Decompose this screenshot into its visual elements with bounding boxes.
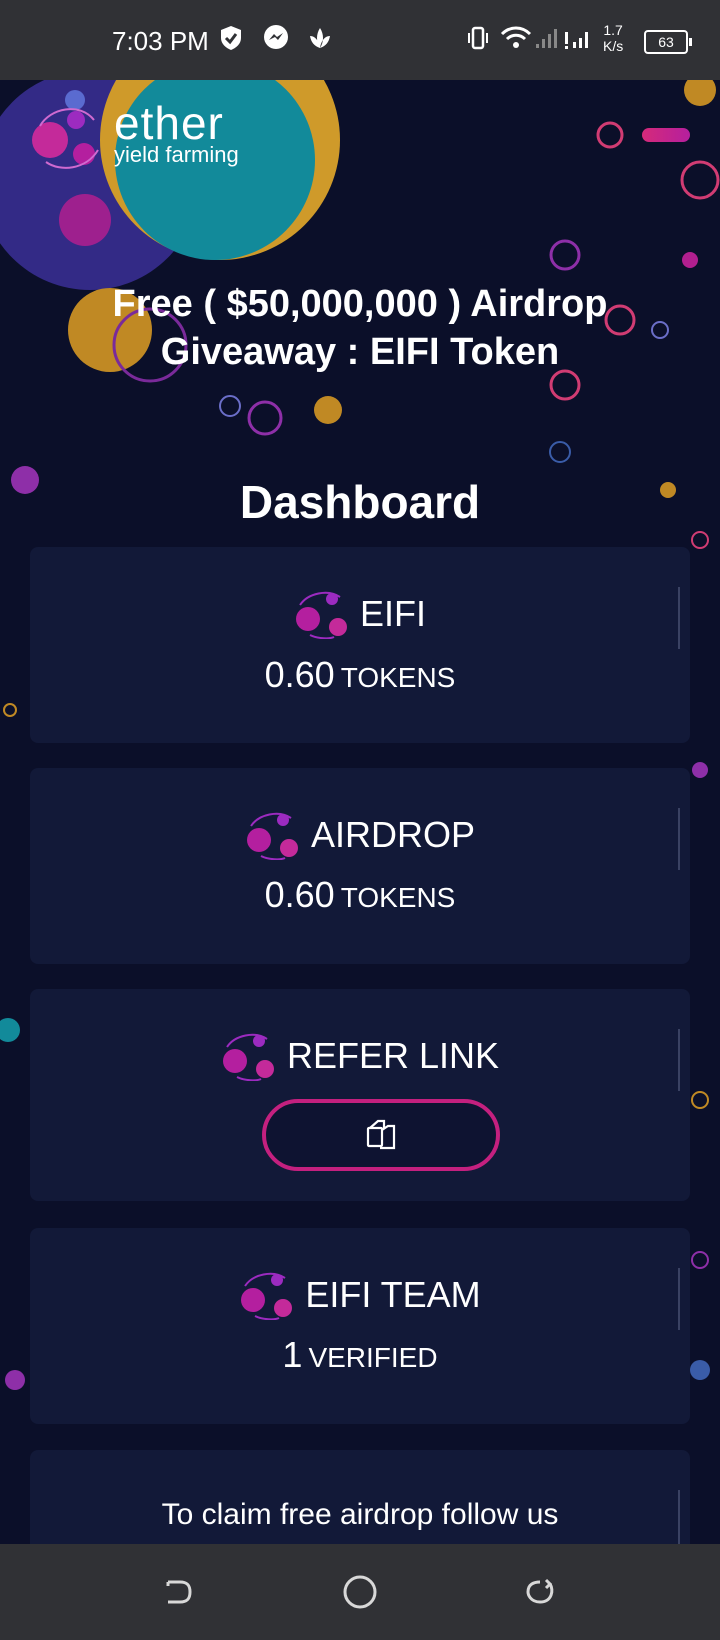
- eifi-logo-icon: [241, 1272, 293, 1320]
- ether-logo-icon: [32, 108, 99, 169]
- card-header: AIRDROP: [30, 810, 690, 860]
- page-content: ether yield farming Free ( $50,000,000 )…: [0, 80, 720, 1544]
- follow-text: To claim free airdrop follow us: [161, 1498, 559, 1531]
- eifi-balance-card: EIFI 0.60 TOKENS: [30, 547, 690, 743]
- balance-value: 0.60: [264, 654, 335, 695]
- airdrop-balance: 0.60 TOKENS: [30, 874, 690, 916]
- team-value: 1: [282, 1334, 303, 1375]
- balance-value: 0.60: [264, 874, 335, 915]
- recents-icon[interactable]: [520, 1572, 560, 1612]
- team-count: 1 VERIFIED: [30, 1334, 690, 1376]
- copy-icon: [366, 1119, 396, 1150]
- eifi-logo-icon: [246, 812, 298, 860]
- system-nav-bar: [0, 1544, 720, 1640]
- home-icon[interactable]: [340, 1572, 380, 1612]
- signal-icon-2: [565, 32, 588, 49]
- vibrate-icon: [468, 26, 488, 50]
- team-unit: VERIFIED: [308, 1342, 438, 1373]
- dashboard-title: Dashboard: [239, 476, 481, 528]
- card-label: AIRDROP: [310, 814, 476, 855]
- back-icon[interactable]: [160, 1572, 200, 1612]
- shield-icon: [221, 26, 241, 50]
- page-headline: Free ( $50,000,000 ) Airdrop Giveaway : …: [112, 283, 608, 373]
- card-header: EIFI TEAM: [30, 1270, 690, 1320]
- status-bar: 7:03 PM 1.7 K/s 63: [0, 0, 720, 80]
- refer-link-card: REFER LINK: [30, 989, 690, 1201]
- brand-name: ether: [114, 97, 224, 149]
- card-label: EIFI: [359, 593, 426, 634]
- airdrop-balance-card: AIRDROP 0.60 TOKENS: [30, 768, 690, 964]
- eifi-logo-icon: [222, 1033, 274, 1081]
- eifi-logo-icon: [295, 591, 347, 639]
- brand-subtitle: yield farming: [114, 142, 239, 167]
- eifi-balance: 0.60 TOKENS: [30, 654, 690, 696]
- messenger-icon: [264, 25, 288, 49]
- lotus-icon: [310, 28, 330, 48]
- status-time: 7:03 PM: [112, 26, 209, 56]
- signal-icon-1: [536, 29, 557, 48]
- card-header: EIFI: [30, 589, 690, 639]
- copy-refer-link-button[interactable]: [262, 1099, 500, 1171]
- network-speed: 1.7 K/s: [603, 22, 624, 54]
- balance-unit: TOKENS: [340, 882, 456, 913]
- follow-card: To claim free airdrop follow us: [30, 1450, 690, 1544]
- balance-unit: TOKENS: [340, 662, 456, 693]
- menu-toggle-button[interactable]: [642, 128, 690, 142]
- brand: ether yield farming: [114, 100, 239, 166]
- card-header: REFER LINK: [30, 1031, 690, 1081]
- card-label: EIFI TEAM: [305, 1274, 481, 1315]
- card-label: REFER LINK: [286, 1035, 500, 1076]
- battery-indicator: 63: [644, 30, 692, 54]
- eifi-team-card: EIFI TEAM 1 VERIFIED: [30, 1228, 690, 1424]
- wifi-icon: [500, 26, 532, 48]
